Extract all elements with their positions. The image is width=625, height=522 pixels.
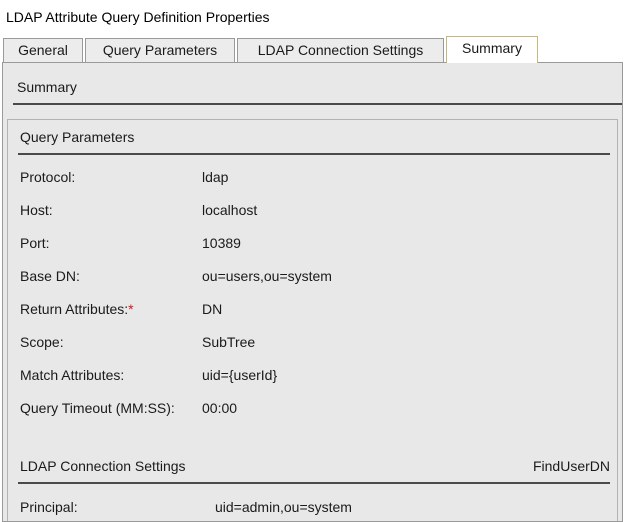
required-mark: * (128, 301, 134, 317)
ldap-connection-name: FindUserDN (532, 458, 610, 474)
tab-ldap-connection-settings[interactable]: LDAP Connection Settings (237, 38, 444, 62)
title-bar: LDAP Attribute Query Definition Properti… (0, 0, 625, 34)
tab-query-parameters[interactable]: Query Parameters (85, 38, 235, 62)
return-attributes-label-text: Return Attributes: (20, 301, 129, 317)
base-dn-label: Base DN: (20, 268, 80, 284)
port-value: 10389 (202, 235, 241, 251)
host-label: Host: (20, 202, 53, 218)
scope-label: Scope: (20, 334, 64, 350)
ldap-connection-settings-heading: LDAP Connection Settings (20, 458, 186, 474)
protocol-label: Protocol: (20, 169, 76, 185)
tab-summary[interactable]: Summary (446, 36, 538, 63)
tab-general[interactable]: General (3, 38, 83, 62)
summary-details-panel: Query Parameters Protocol: ldap Host: lo… (7, 119, 618, 521)
query-timeout-label: Query Timeout (MM:SS): (20, 400, 175, 416)
query-parameters-heading: Query Parameters (20, 129, 135, 145)
properties-window: LDAP Attribute Query Definition Properti… (0, 0, 625, 522)
query-parameters-rule (18, 153, 610, 155)
match-attributes-value: uid={userId} (202, 367, 278, 383)
window-title: LDAP Attribute Query Definition Properti… (6, 9, 270, 25)
protocol-value: ldap (202, 169, 229, 185)
query-timeout-value: 00:00 (202, 400, 238, 416)
base-dn-value: ou=users,ou=system (202, 268, 332, 284)
tab-strip: General Query Parameters LDAP Connection… (0, 34, 625, 64)
principal-value: uid=admin,ou=system (215, 499, 352, 515)
summary-heading: Summary (17, 79, 77, 95)
principal-label: Principal: (20, 499, 78, 515)
return-attributes-value: DN (202, 301, 223, 317)
ldap-connection-settings-rule (18, 482, 610, 484)
host-value: localhost (202, 202, 258, 218)
summary-heading-rule (13, 103, 622, 105)
port-label: Port: (20, 235, 50, 251)
scope-value: SubTree (202, 334, 256, 350)
return-attributes-label: Return Attributes:* (20, 301, 134, 317)
match-attributes-label: Match Attributes: (20, 367, 125, 383)
summary-page: Summary Query Parameters Protocol: ldap … (2, 62, 623, 522)
